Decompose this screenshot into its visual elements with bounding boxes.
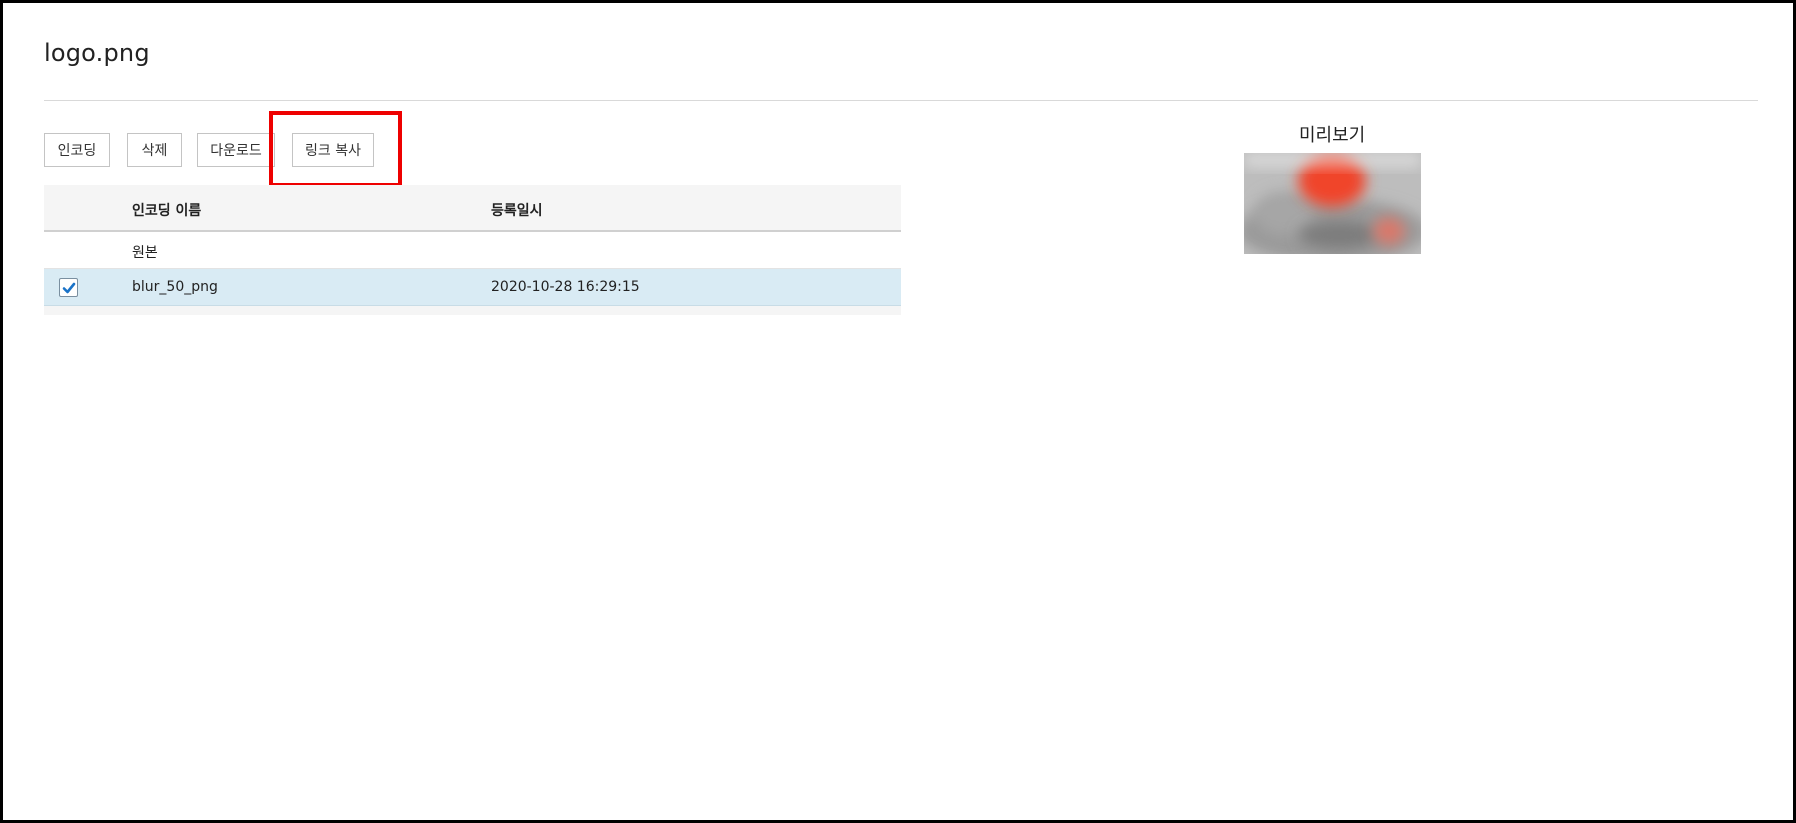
copy-link-button[interactable]: 링크 복사: [292, 133, 374, 167]
preview-image: [1244, 153, 1421, 254]
title-divider: [44, 100, 1758, 101]
checkmark-icon: [62, 282, 76, 294]
encode-button[interactable]: 인코딩: [44, 133, 110, 167]
preview-label: 미리보기: [1299, 125, 1366, 146]
row-date: 2020-10-28 16:29:15: [491, 279, 640, 295]
table-header: 인코딩 이름 등록일시: [44, 185, 901, 232]
page-frame: logo.png 인코딩 삭제 다운로드 링크 복사 인코딩 이름 등록일시 원…: [3, 3, 1793, 820]
table-row[interactable]: blur_50_png 2020-10-28 16:29:15: [44, 269, 901, 306]
page-title: logo.png: [44, 39, 150, 67]
row-name: 원본: [132, 245, 158, 261]
column-header-encoding-name: 인코딩 이름: [132, 203, 202, 219]
row-name: blur_50_png: [132, 279, 218, 295]
encoding-table: 인코딩 이름 등록일시 원본 blur_50_png 2020-10-28 16…: [44, 185, 901, 315]
download-button[interactable]: 다운로드: [197, 133, 275, 167]
delete-button[interactable]: 삭제: [127, 133, 182, 167]
table-row[interactable]: 원본: [44, 232, 901, 269]
row-checkbox[interactable]: [59, 278, 78, 297]
table-footer: [44, 306, 901, 315]
column-header-registered-at: 등록일시: [491, 203, 543, 219]
